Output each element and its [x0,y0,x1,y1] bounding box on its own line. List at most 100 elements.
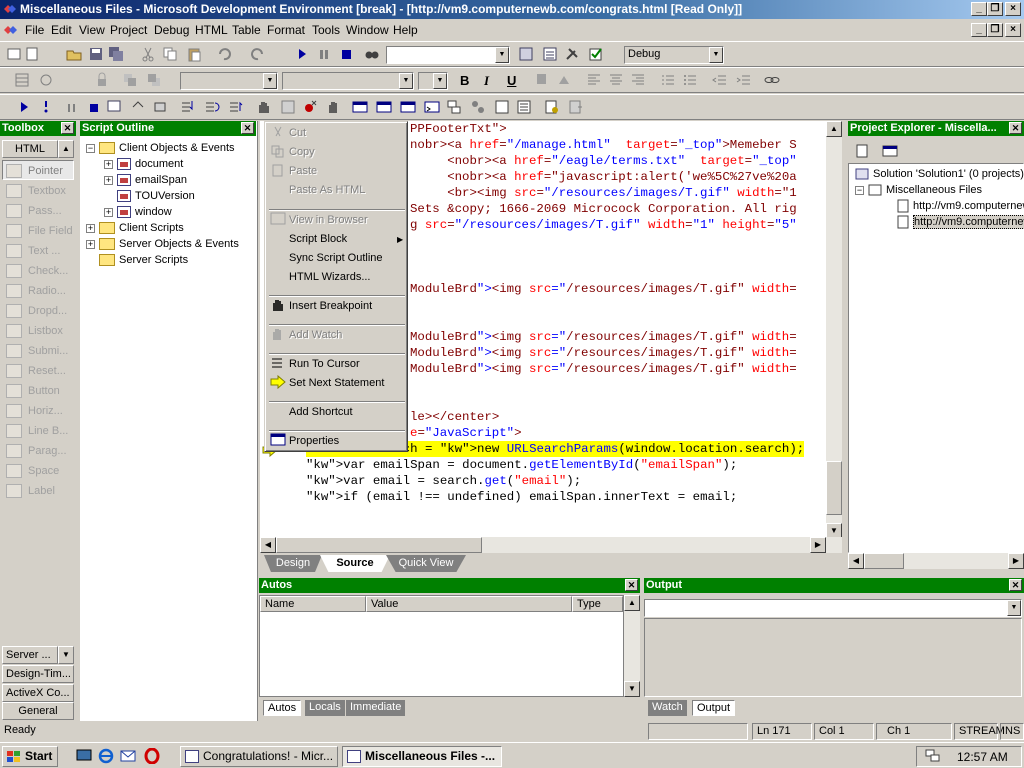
toolbox-item[interactable]: Horiz... [6,401,72,421]
menu-project[interactable]: Project [110,23,147,37]
bring-front-icon[interactable] [122,72,138,88]
toolbox-item[interactable]: Line B... [6,421,72,441]
background-color-icon[interactable] [556,72,572,88]
stop-icon[interactable] [338,46,354,62]
tab-autos[interactable]: Autos [263,700,302,716]
context-menu-item[interactable]: Run To Cursor [289,356,360,372]
toolbox-item[interactable]: Dropd... [6,301,72,321]
pause-icon[interactable] [64,99,80,115]
outline-node[interactable]: + Client Scripts [86,220,184,236]
menu-file[interactable]: File [25,23,44,37]
context-menu-item[interactable]: Add Watch [289,327,342,343]
autos-col-type[interactable]: Type [572,596,623,612]
mdi-close-button[interactable]: × [1005,23,1021,37]
processes-icon[interactable] [544,99,560,115]
outline-node[interactable]: TOUVersion [104,188,195,204]
collapse-icon[interactable]: − [855,185,864,195]
autos-grid[interactable]: Name Value Type [259,595,624,697]
tab-design[interactable]: Design [264,555,322,572]
editor-vscroll[interactable]: ▲ ▼ [826,121,842,539]
menu-tools[interactable]: Tools [312,23,340,37]
toolbox-tab-activex[interactable]: ActiveX Co... [2,684,74,702]
toolbox-scroll-down-button[interactable]: ▼ [58,646,74,664]
clear-breakpoints-icon[interactable] [302,99,318,115]
code-line[interactable]: <br><img src="/resources/images/T.gif" w… [410,185,797,201]
code-line[interactable]: ModuleBrd"><img src="/resources/images/T… [410,361,797,377]
toolbox-item[interactable]: Label [6,481,72,501]
output-close-button[interactable]: ✕ [1009,579,1022,591]
align-left-icon[interactable] [586,72,602,88]
menu-help[interactable]: Help [393,23,418,37]
collapse-icon[interactable]: − [86,143,95,153]
code-line[interactable]: g src="/resources/images/T.gif" width="1… [410,217,797,233]
toolbox-item[interactable]: Pointer [6,161,72,181]
block-format-combo[interactable]: ▼ [180,72,278,90]
hyperlink-icon[interactable] [764,72,780,88]
autos-scroll-down-button[interactable]: ▼ [624,681,640,697]
opera-icon[interactable] [144,748,160,764]
context-menu-item[interactable]: Add Shortcut [289,404,353,420]
mdi-restore-button[interactable]: ❐ [987,23,1003,37]
context-menu-item[interactable]: Properties [289,433,339,449]
context-menu-item[interactable]: Copy [289,144,315,160]
find-combo[interactable]: ▼ [386,46,510,64]
toolbox-item[interactable]: Text ... [6,241,72,261]
autos-scroll-up-button[interactable]: ▲ [624,595,640,611]
expand-icon[interactable]: + [86,239,95,249]
memory-icon[interactable] [516,99,532,115]
project-explorer-icon[interactable] [518,46,534,62]
outline-node[interactable]: + Server Objects & Events [86,236,239,252]
editor-scroll-right-button[interactable]: ▶ [810,537,826,553]
undo-icon[interactable] [216,46,232,62]
call-stack-icon[interactable] [446,99,462,115]
immediate-window-icon[interactable] [424,99,440,115]
solution-config-combo[interactable]: Debug ▼ [624,46,724,64]
properties-icon[interactable] [542,46,558,62]
project-hscroll[interactable]: ◀ ▶ [848,553,1024,569]
code-line[interactable]: "kw">if (email !== undefined) emailSpan.… [306,489,737,505]
step-into-icon[interactable] [180,99,196,115]
lock-icon[interactable] [94,72,110,88]
context-menu-item[interactable]: Paste [289,163,317,179]
step-out-icon[interactable] [228,99,244,115]
code-line[interactable]: PPFooterTxt"> [410,121,507,137]
quick-watch-icon[interactable] [326,99,342,115]
clock[interactable]: 12:57 AM [957,750,1008,764]
step-over-icon[interactable] [204,99,220,115]
break-all-icon[interactable] [40,99,56,115]
autos-window-icon[interactable] [400,99,416,115]
autos-close-button[interactable]: ✕ [625,579,638,591]
indent-icon[interactable] [736,72,752,88]
toolbox-item[interactable]: Parag... [6,441,72,461]
expand-icon[interactable]: + [104,175,113,185]
context-menu-item[interactable]: HTML Wizards... [289,269,371,285]
project-explorer-close-button[interactable]: ✕ [1009,122,1022,134]
context-menu-item[interactable]: Set Next Statement [289,375,384,391]
toolbox-tab-html[interactable]: HTML [2,140,58,158]
toolbox-item[interactable]: Reset... [6,361,72,381]
editor-vscroll-thumb[interactable] [826,461,842,515]
redo-icon[interactable] [250,46,266,62]
copy-icon[interactable] [162,46,178,62]
autos-col-value[interactable]: Value [366,596,572,612]
find-icon[interactable] [364,46,380,62]
foreground-color-icon[interactable] [534,72,550,88]
add-item-icon[interactable] [24,46,40,62]
tab-quick-view[interactable]: Quick View [386,555,466,572]
taskbar-congratulations[interactable]: Congratulations! - Micr... [180,746,338,767]
taskbar-misc-files[interactable]: Miscellaneous Files -... [342,746,502,767]
tree-file-1[interactable]: http://vm9.computernewb [897,198,1024,214]
bullet-list-icon[interactable] [682,72,698,88]
code-line[interactable]: Sets &copy; 1666-2069 Microcock Corporat… [410,201,797,217]
code-line[interactable]: "kw">var emailSpan = document.getElement… [306,457,737,473]
view-code-icon[interactable] [882,143,898,159]
context-menu-item[interactable]: Paste As HTML [289,182,365,198]
toolbox-scroll-up-button[interactable]: ▲ [58,140,74,158]
threads-icon[interactable] [470,99,486,115]
save-all-icon[interactable] [108,46,124,62]
menu-format[interactable]: Format [267,23,305,37]
menu-html[interactable]: HTML [195,23,228,37]
outline-node[interactable]: − Client Objects & Events [86,140,235,156]
context-menu-item[interactable]: Cut [289,125,306,141]
output-source-combo[interactable]: ▼ [644,599,1022,617]
